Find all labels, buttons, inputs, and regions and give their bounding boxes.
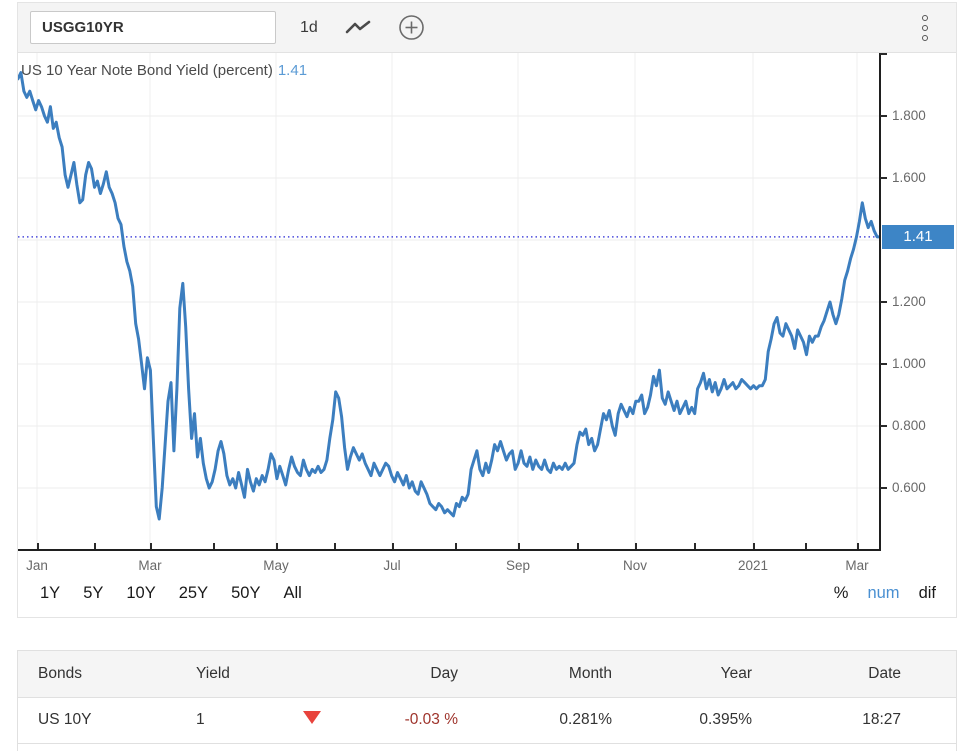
header-month[interactable]: Month [463,651,617,697]
display-button-dif[interactable]: dif [919,584,936,603]
range-button-5y[interactable]: 5Y [83,584,103,603]
x-axis-tick [857,543,859,549]
down-triangle-icon [303,711,321,724]
y-axis-tick [880,177,887,179]
x-axis-tick [805,543,807,549]
bonds-table-card: Bonds Yield Day Month Year Date US 10Y 1… [17,650,957,751]
x-axis-label: Mar [138,558,162,573]
x-axis-tick [518,543,520,549]
cell-month-change: 0.281% [559,711,612,728]
y-axis-label: 0.800 [892,418,926,433]
x-axis-tick [753,543,755,549]
y-axis-label: 1.600 [892,170,926,185]
cell-date: 18:27 [862,711,901,728]
chart-plot-area[interactable]: 1.800 1.600 1.200 1.000 0.800 0.600 US 10 Yea… [18,53,956,551]
interval-label[interactable]: 1d [300,19,318,37]
x-axis-tick [334,543,336,549]
header-bonds[interactable]: Bonds [18,651,176,697]
x-axis-tick [392,543,394,549]
x-axis-label: 2021 [737,558,769,573]
cell-bond-name[interactable]: US 10Y [18,697,176,743]
x-axis-tick [635,543,637,549]
x-axis-label: May [263,558,289,573]
range-buttons: 1Y 5Y 10Y 25Y 50Y All [40,584,302,603]
x-axis-label: Nov [622,558,648,573]
x-axis-tick [276,543,278,549]
range-button-10y[interactable]: 10Y [126,584,155,603]
x-axis-tick [455,543,457,549]
chart-title-value: 1.41 [277,62,308,79]
cell-yield: 1 [196,711,205,728]
header-year[interactable]: Year [617,651,757,697]
y-axis-label: 1.200 [892,294,926,309]
range-button-all[interactable]: All [283,584,301,603]
x-axis-tick [93,543,96,549]
kebab-menu-icon[interactable] [922,15,928,41]
chart-controls: 1Y 5Y 10Y 25Y 50Y All % num dif [18,582,956,617]
line-chart-icon[interactable] [344,19,372,37]
range-button-1y[interactable]: 1Y [40,584,60,603]
cell-direction [276,697,348,743]
current-value-badge: 1.41 [882,224,954,249]
x-axis-label: Mar [845,558,869,573]
table-row[interactable]: US 10Y 1 -0.03 % 0.281% 0.395% 18:27 [18,697,956,743]
x-axis-label: Jan [26,558,48,573]
chart-title: US 10 Year Note Bond Yield (percent) 1.41 [21,62,307,79]
x-axis-tick [150,543,152,549]
table-header-row: Bonds Yield Day Month Year Date [18,651,956,697]
x-axis-label: Jul [383,558,401,573]
y-axis-label: 1.800 [892,108,926,123]
x-axis-tick [576,543,579,549]
x-axis-labels-row: Jan Mar May Jul Sep Nov 2021 Mar [18,551,956,582]
x-axis-tick [213,543,215,549]
y-axis-tick [880,53,887,55]
header-date[interactable]: Date [757,651,956,697]
y-axis-tick [880,301,887,303]
display-button-percent[interactable]: % [834,584,849,603]
y-axis-tick [880,363,887,365]
display-button-num[interactable]: num [867,584,899,603]
header-yield[interactable]: Yield [176,651,276,697]
cell-year-change: 0.395% [699,711,752,728]
header-direction [276,651,348,697]
bonds-table: Bonds Yield Day Month Year Date US 10Y 1… [18,651,956,744]
x-axis-tick [694,543,696,549]
cell-day-change: -0.03 % [404,711,458,728]
range-button-25y[interactable]: 25Y [179,584,208,603]
plus-circle-icon[interactable] [398,14,425,41]
y-axis-label: 0.600 [892,480,926,495]
y-axis-tick [880,425,887,427]
display-mode-buttons: % num dif [834,584,936,603]
header-day[interactable]: Day [348,651,463,697]
x-axis-tick [37,543,39,549]
y-axis-tick [880,487,887,489]
chart-toolbar: 1d [18,3,956,53]
y-axis-tick [880,115,887,117]
chart-title-text: US 10 Year Note Bond Yield (percent) [21,62,273,79]
y-axis-label: 1.000 [892,356,926,371]
symbol-input[interactable] [30,11,276,44]
x-axis-label: Sep [505,558,531,573]
range-button-50y[interactable]: 50Y [231,584,260,603]
chart-widget: 1d 1.800 1.600 1.200 1.000 0.800 0.600 US 10 … [17,2,957,618]
yield-line-chart [18,53,880,550]
